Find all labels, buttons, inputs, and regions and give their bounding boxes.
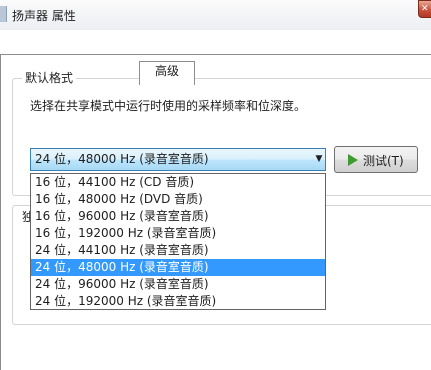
format-option[interactable]: 24 位，96000 Hz (录音室音质): [31, 276, 325, 293]
speaker-icon: [0, 6, 7, 22]
sample-format-select[interactable]: 24 位，48000 Hz (录音室音质): [30, 148, 326, 171]
format-option[interactable]: 24 位，44100 Hz (录音室音质): [31, 242, 325, 259]
window-title: 扬声器 属性: [12, 9, 76, 23]
tab-advanced[interactable]: 高级: [139, 61, 195, 85]
test-button[interactable]: 测试(T): [334, 146, 418, 173]
play-icon: [348, 154, 358, 166]
tab-strip: 常规 级别 增强 高级: [0, 30, 431, 85]
default-format-title: 默认格式: [22, 69, 77, 86]
format-option[interactable]: 16 位，192000 Hz (录音室音质): [31, 225, 325, 242]
title-bar: 扬声器 属性 ✕: [0, 0, 431, 30]
sample-format-dropdown-list: 16 位，44100 Hz (CD 音质) 16 位，48000 Hz (DVD…: [30, 173, 326, 310]
default-format-description: 选择在共享模式中运行时使用的采样频率和位深度。: [30, 99, 307, 113]
exclusive-mode-title: 独: [22, 208, 30, 222]
format-option[interactable]: 16 位，44100 Hz (CD 音质): [31, 174, 325, 191]
test-button-label: 测试(T): [363, 154, 404, 168]
format-option[interactable]: 24 位，192000 Hz (录音室音质): [31, 293, 325, 310]
panel-left-border: [0, 54, 1, 370]
format-option[interactable]: 16 位，96000 Hz (录音室音质): [31, 208, 325, 225]
chevron-down-icon[interactable]: ▼: [312, 148, 326, 171]
format-option[interactable]: 16 位，48000 Hz (DVD 音质): [31, 191, 325, 208]
format-option-selected[interactable]: 24 位，48000 Hz (录音室音质): [31, 259, 325, 276]
close-button[interactable]: ✕: [418, 0, 431, 18]
